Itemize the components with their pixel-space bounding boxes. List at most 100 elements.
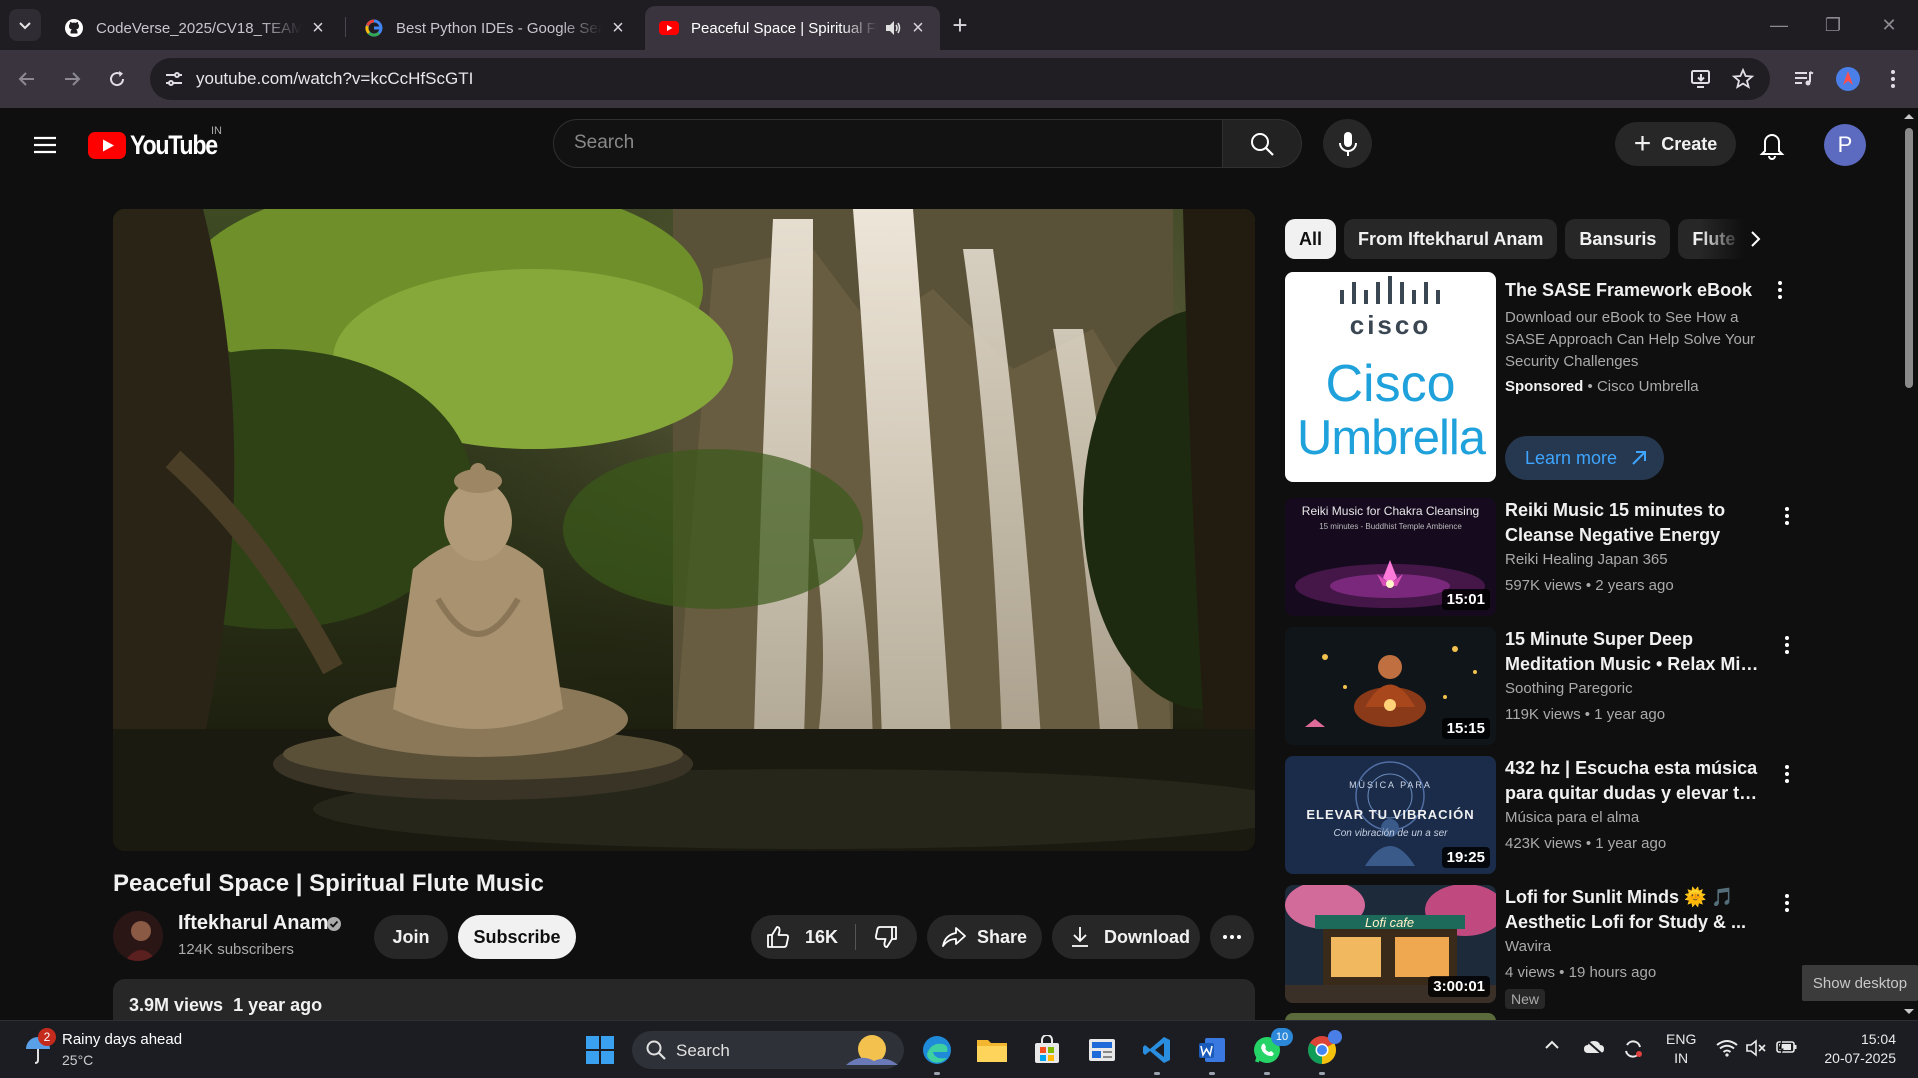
site-info-icon[interactable] bbox=[164, 69, 184, 89]
taskbar-search[interactable]: Search bbox=[632, 1031, 904, 1069]
youtube-icon bbox=[659, 18, 679, 38]
battery-charging-icon[interactable] bbox=[1776, 1039, 1798, 1055]
taskbar-store[interactable] bbox=[1027, 1030, 1067, 1070]
video-player[interactable] bbox=[113, 209, 1255, 851]
channel-name[interactable]: Música para el alma bbox=[1505, 809, 1639, 826]
volume-muted-icon[interactable] bbox=[1746, 1039, 1766, 1057]
dislike-button[interactable] bbox=[855, 915, 917, 959]
channel-name[interactable]: Wavira bbox=[1505, 938, 1551, 955]
restore-button[interactable]: ❐ bbox=[1820, 12, 1846, 38]
guide-menu-icon[interactable] bbox=[30, 130, 60, 160]
channel-name[interactable]: Soothing Paregoric bbox=[1505, 680, 1633, 697]
learn-more-button[interactable]: Learn more bbox=[1505, 436, 1664, 480]
taskbar-vscode[interactable] bbox=[1137, 1030, 1177, 1075]
voice-search-button[interactable] bbox=[1323, 119, 1372, 168]
cloud-offline-icon[interactable] bbox=[1583, 1039, 1605, 1055]
video-thumbnail[interactable]: 15:15 bbox=[1285, 627, 1496, 745]
close-window-button[interactable]: ✕ bbox=[1876, 12, 1902, 38]
channel-name[interactable]: Reiki Healing Japan 365 bbox=[1505, 551, 1668, 568]
taskbar-word[interactable] bbox=[1192, 1030, 1232, 1075]
close-tab-icon[interactable]: × bbox=[908, 17, 928, 39]
subscribe-button[interactable]: Subscribe bbox=[458, 915, 576, 959]
taskbar-chrome[interactable] bbox=[1302, 1030, 1342, 1075]
channel-avatar[interactable] bbox=[113, 911, 163, 961]
profile-icon[interactable] bbox=[1833, 64, 1863, 94]
language-indicator[interactable]: ENG IN bbox=[1666, 1030, 1696, 1068]
taskbar-news[interactable] bbox=[1082, 1030, 1122, 1070]
video-frame-image bbox=[113, 209, 1255, 851]
bookmark-star-icon[interactable] bbox=[1732, 68, 1754, 90]
join-button[interactable]: Join bbox=[374, 915, 448, 959]
minimize-button[interactable]: — bbox=[1766, 12, 1792, 38]
browser-tab-github[interactable]: CodeVerse_2025/CV18_TEAM_IN × bbox=[50, 6, 340, 50]
video-title-link[interactable]: 432 hz | Escucha esta música para quitar… bbox=[1505, 756, 1760, 806]
ad-thumbnail[interactable]: cisco Cisco Umbrella bbox=[1285, 272, 1496, 482]
system-clock[interactable]: 15:04 20-07-2025 bbox=[1812, 1030, 1896, 1068]
start-button[interactable] bbox=[580, 1030, 620, 1070]
taskbar-edge[interactable] bbox=[917, 1030, 957, 1075]
video-menu-icon[interactable] bbox=[1777, 889, 1797, 917]
ad-menu-icon[interactable] bbox=[1770, 276, 1790, 304]
forward-button[interactable] bbox=[57, 64, 87, 94]
video-title-link[interactable]: 15 Minute Super Deep Meditation Music • … bbox=[1505, 627, 1760, 677]
recommended-video[interactable]: MÚSICA PARA ELEVAR TU VIBRACIÓN Con vibr… bbox=[1285, 756, 1789, 876]
recommended-video-partial[interactable] bbox=[1285, 1013, 1496, 1020]
share-button[interactable]: Share bbox=[927, 915, 1042, 959]
video-thumbnail[interactable]: MÚSICA PARA ELEVAR TU VIBRACIÓN Con vibr… bbox=[1285, 756, 1496, 874]
notifications-bell-icon[interactable] bbox=[1757, 128, 1787, 160]
search-button[interactable] bbox=[1223, 119, 1302, 168]
install-app-icon[interactable] bbox=[1690, 68, 1712, 90]
browser-tab-google[interactable]: Best Python IDEs - Google Search × bbox=[350, 6, 640, 50]
video-menu-icon[interactable] bbox=[1777, 502, 1797, 530]
taskbar-file-explorer[interactable] bbox=[972, 1030, 1012, 1070]
sync-icon[interactable] bbox=[1622, 1039, 1644, 1059]
video-title-link[interactable]: Reiki Music 15 minutes to Cleanse Negati… bbox=[1505, 498, 1760, 548]
tab-search-button[interactable] bbox=[9, 9, 41, 41]
tab-title: Peaceful Space | Spiritual Flute Music bbox=[691, 19, 878, 37]
url-text[interactable]: youtube.com/watch?v=kcCcHfScGTI bbox=[196, 69, 473, 89]
search-box[interactable] bbox=[553, 119, 1223, 168]
taskbar-whatsapp[interactable]: 10 bbox=[1247, 1028, 1293, 1075]
recommended-video[interactable]: Lofi cafe 3:00:01 Lofi for Sunlit Minds … bbox=[1285, 885, 1789, 1009]
browser-menu-icon[interactable] bbox=[1878, 64, 1908, 94]
account-avatar[interactable]: P bbox=[1824, 124, 1866, 166]
video-menu-icon[interactable] bbox=[1777, 760, 1797, 788]
scroll-down-icon bbox=[1904, 1009, 1914, 1014]
wifi-icon[interactable] bbox=[1716, 1039, 1738, 1057]
chip-bansuris[interactable]: Bansuris bbox=[1565, 219, 1671, 259]
like-button[interactable]: 16K bbox=[751, 915, 855, 959]
search-icon bbox=[1251, 132, 1274, 156]
media-controls-icon[interactable] bbox=[1789, 64, 1819, 94]
chip-from-channel[interactable]: From Iftekharul Anam bbox=[1344, 219, 1558, 259]
recommended-video[interactable]: Reiki Music for Chakra Cleansing 15 minu… bbox=[1285, 498, 1789, 618]
page-scrollbar[interactable] bbox=[1900, 108, 1918, 1020]
browser-tab-youtube[interactable]: Peaceful Space | Spiritual Flute Music × bbox=[645, 6, 940, 50]
scrollbar-thumb[interactable] bbox=[1905, 128, 1913, 388]
back-button[interactable] bbox=[12, 64, 42, 94]
sponsored-ad-card[interactable]: cisco Cisco Umbrella The SASE Framework … bbox=[1285, 272, 1785, 482]
close-tab-icon[interactable]: × bbox=[608, 17, 628, 39]
video-menu-icon[interactable] bbox=[1777, 631, 1797, 659]
ad-title[interactable]: The SASE Framework eBook bbox=[1505, 280, 1752, 301]
video-title-link[interactable]: Lofi for Sunlit Minds 🌞 🎵 Aesthetic Lofi… bbox=[1505, 885, 1760, 935]
description-box[interactable]: 3.9M views 1 year ago bbox=[113, 979, 1255, 1020]
create-button[interactable]: + Create bbox=[1615, 122, 1736, 166]
speaker-icon[interactable] bbox=[884, 20, 902, 36]
youtube-logo[interactable]: YouTube bbox=[88, 130, 231, 161]
tray-chevron-up-icon[interactable] bbox=[1544, 1039, 1560, 1051]
download-button[interactable]: Download bbox=[1052, 915, 1200, 959]
reload-button[interactable] bbox=[102, 64, 132, 94]
video-thumbnail[interactable]: Lofi cafe 3:00:01 bbox=[1285, 885, 1496, 1003]
close-tab-icon[interactable]: × bbox=[308, 17, 328, 39]
vscode-icon bbox=[1143, 1037, 1170, 1063]
new-tab-button[interactable]: + bbox=[946, 12, 974, 40]
more-actions-button[interactable] bbox=[1210, 915, 1254, 959]
chip-all[interactable]: All bbox=[1285, 219, 1337, 259]
address-bar[interactable]: youtube.com/watch?v=kcCcHfScGTI bbox=[150, 58, 1770, 100]
recommended-video[interactable]: 15:15 15 Minute Super Deep Meditation Mu… bbox=[1285, 627, 1789, 747]
video-duration: 19:25 bbox=[1441, 847, 1490, 868]
video-thumbnail[interactable]: Reiki Music for Chakra Cleansing 15 minu… bbox=[1285, 498, 1496, 616]
search-input[interactable] bbox=[574, 132, 1174, 154]
chips-next-button[interactable] bbox=[1740, 224, 1770, 254]
channel-name[interactable]: Iftekharul Anam bbox=[178, 912, 328, 935]
